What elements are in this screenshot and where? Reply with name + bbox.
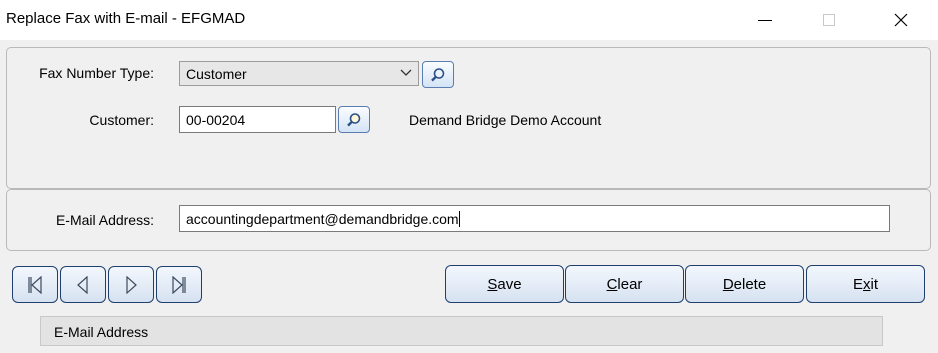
- first-record-button[interactable]: [12, 266, 58, 303]
- customer-number-value: 00-00204: [186, 112, 246, 128]
- delete-button[interactable]: Delete: [685, 265, 804, 303]
- title-bar: Replace Fax with E-mail - EFGMAD: [0, 0, 938, 40]
- fax-type-label: Fax Number Type:: [39, 65, 154, 81]
- previous-record-button[interactable]: [60, 266, 106, 303]
- maximize-button[interactable]: [806, 0, 852, 40]
- chevron-down-icon: [400, 69, 412, 76]
- next-record-button[interactable]: [108, 266, 154, 303]
- customer-name: Demand Bridge Demo Account: [409, 112, 602, 128]
- search-icon: [431, 67, 445, 81]
- maximize-icon: [823, 14, 835, 26]
- customer-label: Customer:: [89, 112, 154, 128]
- next-record-icon: [126, 275, 137, 294]
- minimize-icon: [758, 19, 772, 21]
- clear-button[interactable]: Clear: [565, 265, 684, 303]
- fax-type-lookup-button[interactable]: [422, 61, 454, 88]
- first-record-icon: [28, 275, 42, 294]
- last-record-icon: [172, 275, 186, 294]
- previous-record-icon: [77, 275, 88, 294]
- status-text: E-Mail Address: [54, 324, 149, 340]
- customer-number-field[interactable]: 00-00204: [179, 106, 336, 133]
- fax-type-select[interactable]: Customer: [179, 61, 419, 86]
- email-label: E-Mail Address:: [55, 212, 154, 228]
- exit-button[interactable]: Ex it: [806, 265, 925, 303]
- email-value: accountingdepartment@demandbridge.com: [186, 211, 459, 227]
- status-bar: E-Mail Address: [40, 316, 883, 346]
- last-record-button[interactable]: [156, 266, 202, 303]
- window-title: Replace Fax with E-mail - EFGMAD: [6, 10, 246, 27]
- close-icon: [894, 13, 908, 27]
- text-cursor: [458, 211, 460, 227]
- fax-type-value: Customer: [186, 66, 247, 82]
- email-field[interactable]: accountingdepartment@demandbridge.com: [179, 205, 890, 232]
- search-icon: [347, 112, 361, 126]
- minimize-button[interactable]: [742, 0, 788, 40]
- close-button[interactable]: [878, 0, 924, 40]
- customer-lookup-button[interactable]: [338, 106, 370, 133]
- save-button[interactable]: Save: [445, 265, 564, 303]
